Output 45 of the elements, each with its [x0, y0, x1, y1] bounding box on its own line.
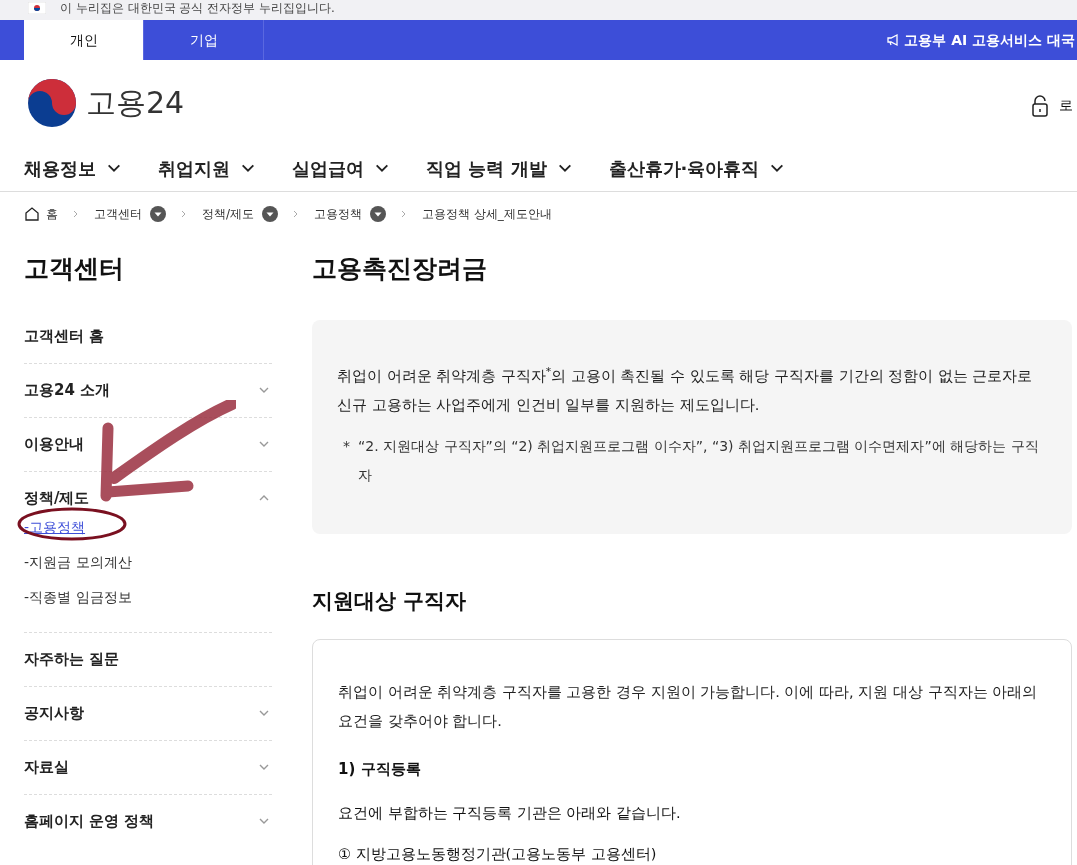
- submenu-link[interactable]: -직종별 임금정보: [24, 586, 132, 608]
- user-tab[interactable]: 기업: [144, 20, 264, 60]
- nav-menu[interactable]: 채용정보: [24, 154, 122, 182]
- paragraph: 요건에 부합하는 구직등록 기관은 아래와 같습니다.: [338, 803, 682, 823]
- sidebar-item[interactable]: 고용24 소개: [24, 363, 272, 417]
- separator-icon: [72, 210, 80, 218]
- dropdown-icon: [150, 206, 166, 222]
- page-title: 고용촉진장려금: [312, 253, 488, 285]
- logo-text[interactable]: 고용24: [86, 80, 185, 125]
- nav-menu[interactable]: 출산휴가·육아휴직: [608, 154, 786, 182]
- sidebar-item[interactable]: 홈페이지 운영 정책: [24, 794, 272, 848]
- user-tab[interactable]: 개인: [24, 20, 144, 60]
- nav-menu[interactable]: 실업급여: [292, 154, 390, 182]
- breadcrumb-link[interactable]: 고객센터: [94, 205, 166, 223]
- home-icon: [24, 206, 40, 222]
- sidebar-item[interactable]: 이용안내: [24, 417, 272, 471]
- section-title: 지원대상 구직자: [312, 587, 468, 615]
- login-link[interactable]: 로: [1059, 95, 1073, 116]
- footnote-mark: *: [343, 436, 350, 456]
- lock-icon: [1031, 94, 1049, 117]
- banner-text: 이 누리집은 대한민국 공식 전자정부 누리집입니다.: [60, 2, 335, 14]
- sidebar-item[interactable]: 고객센터 홈: [24, 309, 272, 363]
- sidebar-item[interactable]: 공지사항: [24, 686, 272, 740]
- footnote-text: “2. 지원대상 구직자”의 “2) 취업지원프로그램 이수자”, “3) 취업지원프로그램 이수면제자”에 해당하는 구직자: [358, 436, 1040, 485]
- sidebar-item[interactable]: 자료실: [24, 740, 272, 794]
- logo-icon: [26, 76, 78, 129]
- notice-link[interactable]: 고용부 AI 고용서비스 대국: [904, 29, 1075, 51]
- nav-menu[interactable]: 취업지원: [158, 154, 256, 182]
- separator-icon: [180, 210, 188, 218]
- nav-menu[interactable]: 직업 능력 개발: [426, 154, 573, 182]
- breadcrumb-link[interactable]: 정책/제도: [202, 205, 279, 223]
- submenu-link[interactable]: -지원금 모의계산: [24, 551, 132, 573]
- subheading: 1) 구직등록: [338, 759, 422, 780]
- intro-text: 취업이 어려운 취약계층 구직자를 고용한 경우 지원이 가능합니다. 이에 따라, 지원 대상 구직자는 아래의 요건을 갖추어야 합니다.: [338, 683, 1039, 731]
- flag-icon: [28, 2, 46, 14]
- breadcrumb-link[interactable]: 홈: [24, 205, 58, 223]
- dropdown-icon: [262, 206, 279, 222]
- breadcrumb-current: 고용정책 상세_제도안내: [422, 206, 552, 223]
- list-item: ① 지방고용노동행정기관(고용노동부 고용센터): [338, 845, 658, 865]
- sidebar-title: 고객센터: [24, 253, 125, 285]
- summary-text: 취업이 어려운 취약계층 구직자$^{*}$의 고용이 촉진될 수 있도록 해당 구직자를 기간의 정함이 없는 근로자로 신규 고용하는 사업주에게 인건비 일부를 지원하는 제도입니다.: [337, 364, 1034, 415]
- breadcrumb-link[interactable]: 고용정책: [314, 205, 387, 223]
- megaphone-icon: [886, 33, 901, 47]
- sidebar-item[interactable]: 자주하는 질문: [24, 632, 272, 686]
- dropdown-icon: [370, 206, 387, 222]
